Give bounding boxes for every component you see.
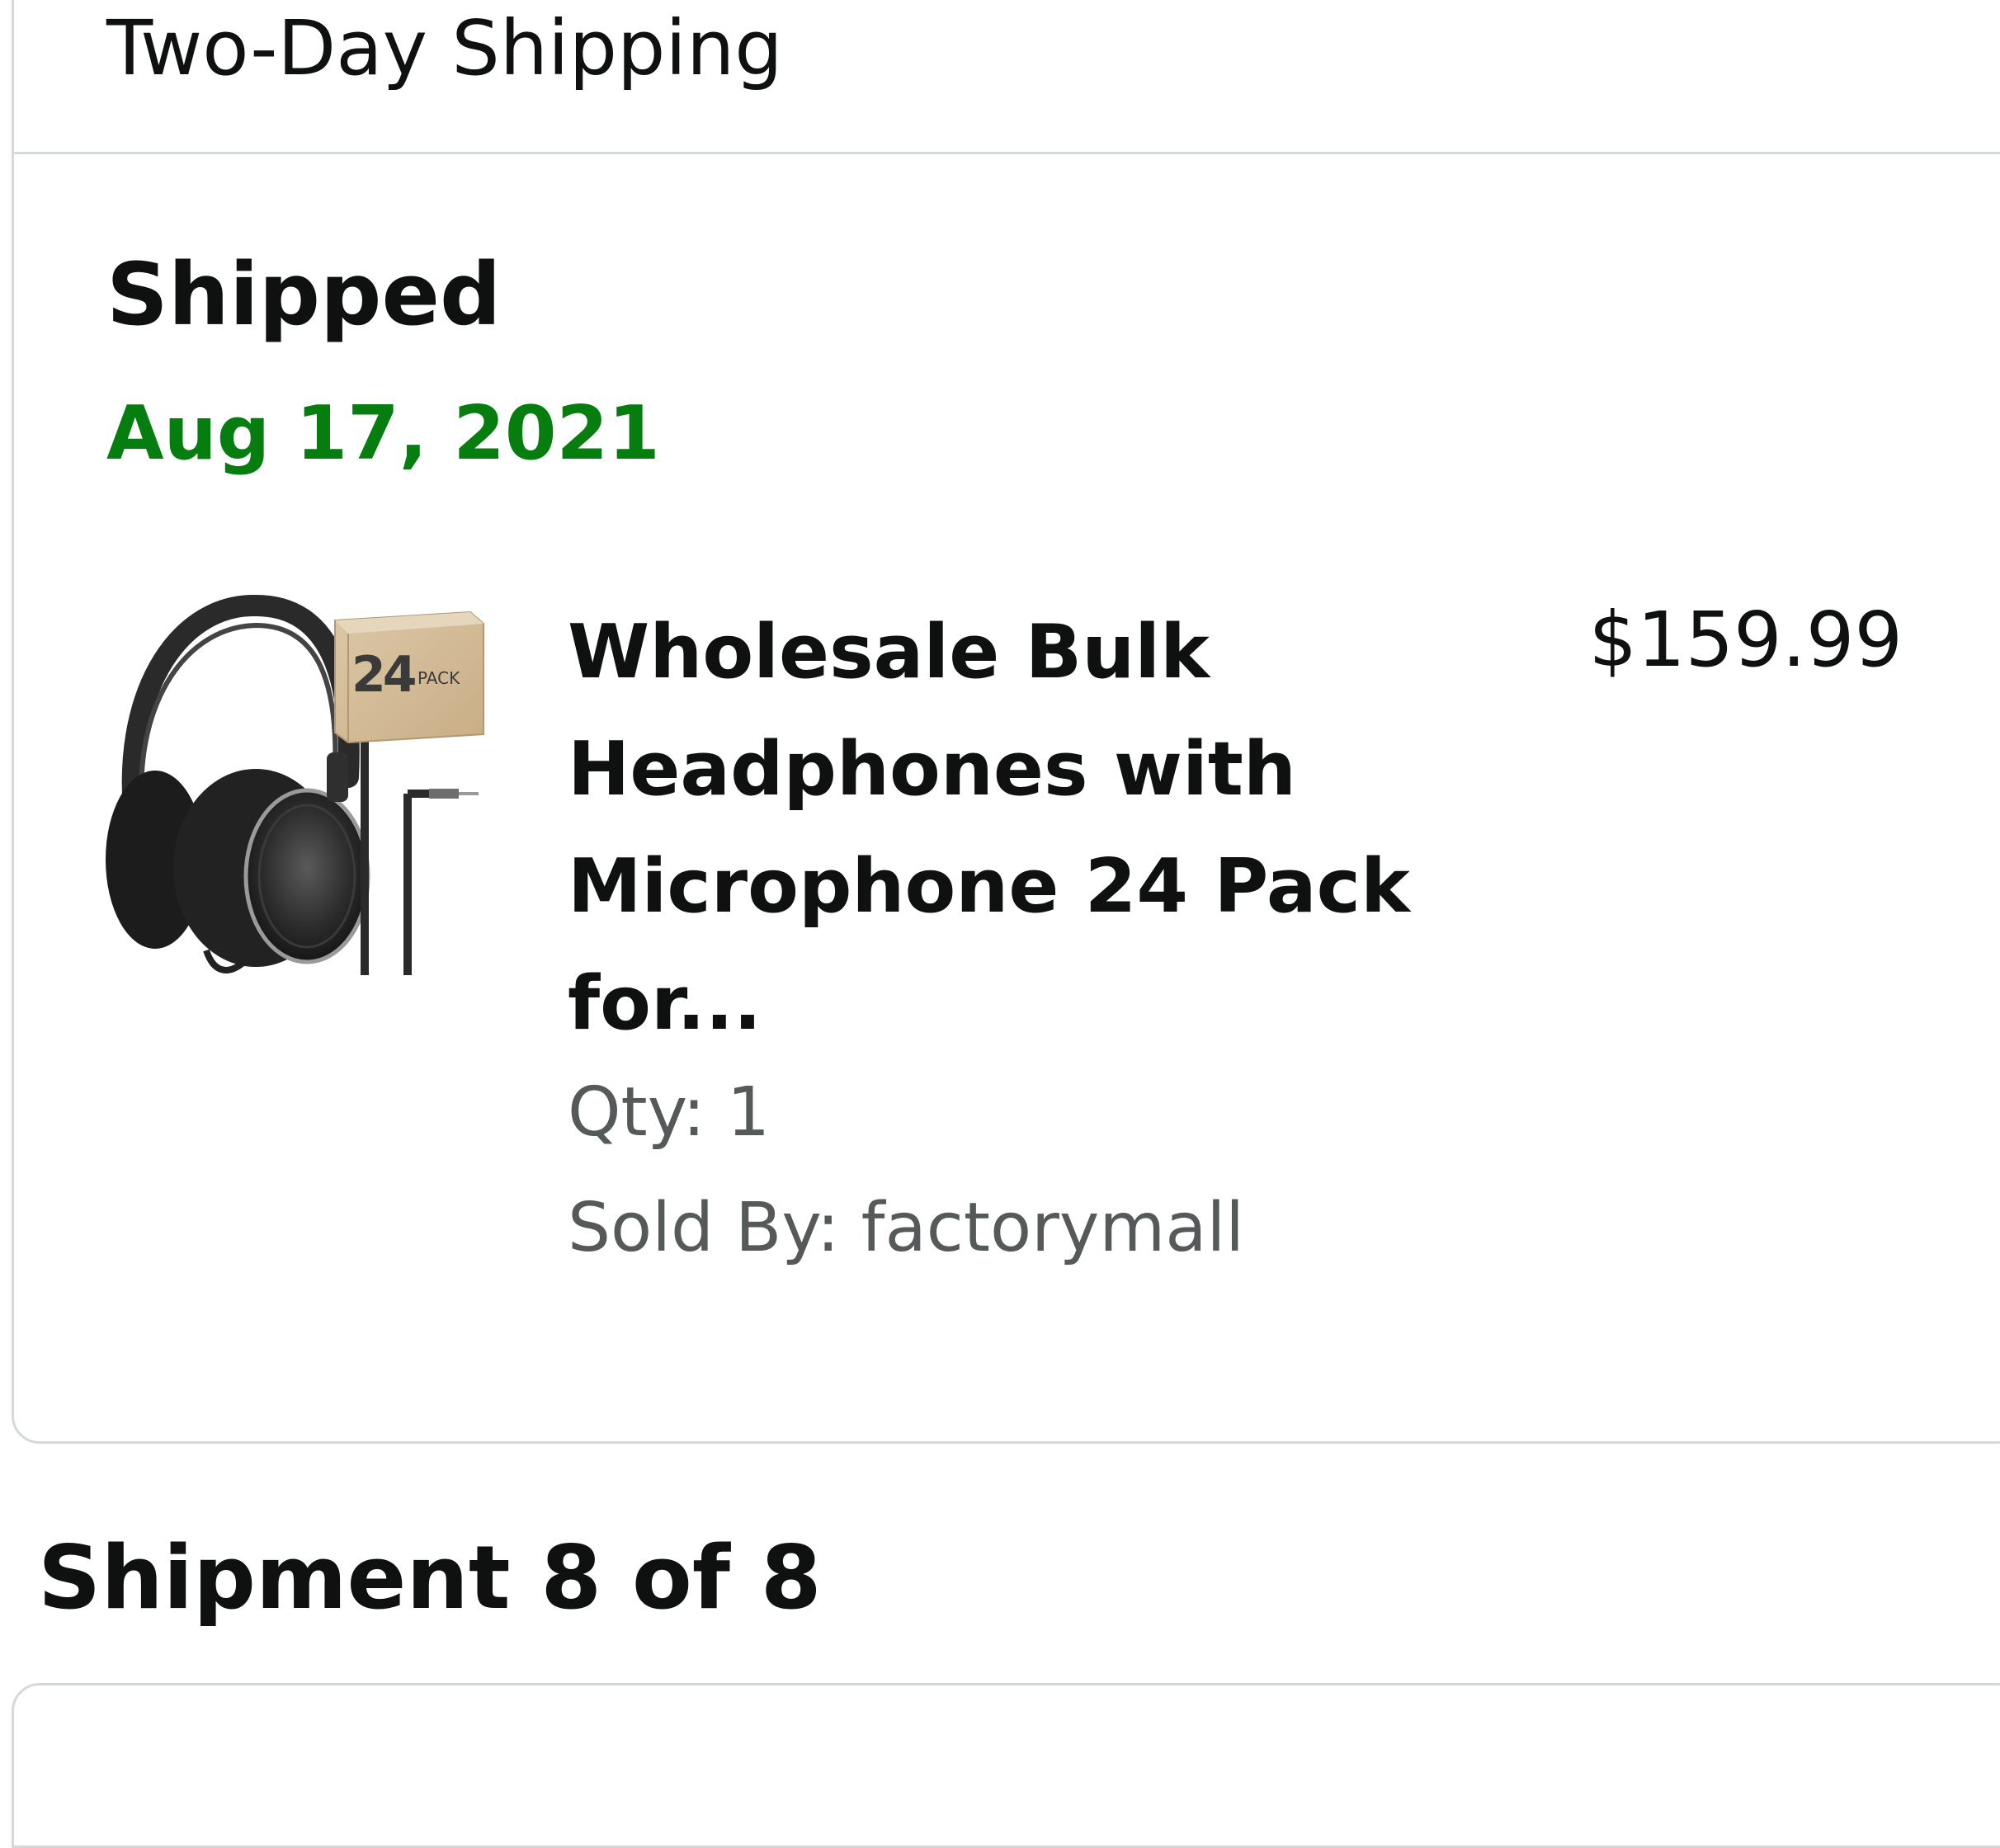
headphones-product-image[interactable]: 24 PACK: [91, 587, 490, 982]
shipment-heading: Shipment 8 of 8: [38, 1527, 822, 1629]
next-shipment-card: [12, 1683, 2000, 1848]
shipment-status-date: Aug 17, 2021: [106, 390, 660, 477]
product-quantity: Qty: 1: [568, 1073, 771, 1152]
pack-count-badge: 24: [351, 646, 417, 704]
card-divider: [14, 152, 2000, 154]
product-seller: Sold By: factorymall: [568, 1189, 1245, 1267]
product-price: $159.99: [1588, 596, 1903, 684]
pack-label-badge: PACK: [417, 668, 460, 688]
shipment-status: Shipped: [106, 244, 502, 345]
product-title-link[interactable]: Wholesale Bulk Headphones with Microphon…: [568, 594, 1442, 1063]
shipping-method-label: Two-Day Shipping: [106, 4, 783, 92]
headphones-icon: [106, 594, 484, 975]
